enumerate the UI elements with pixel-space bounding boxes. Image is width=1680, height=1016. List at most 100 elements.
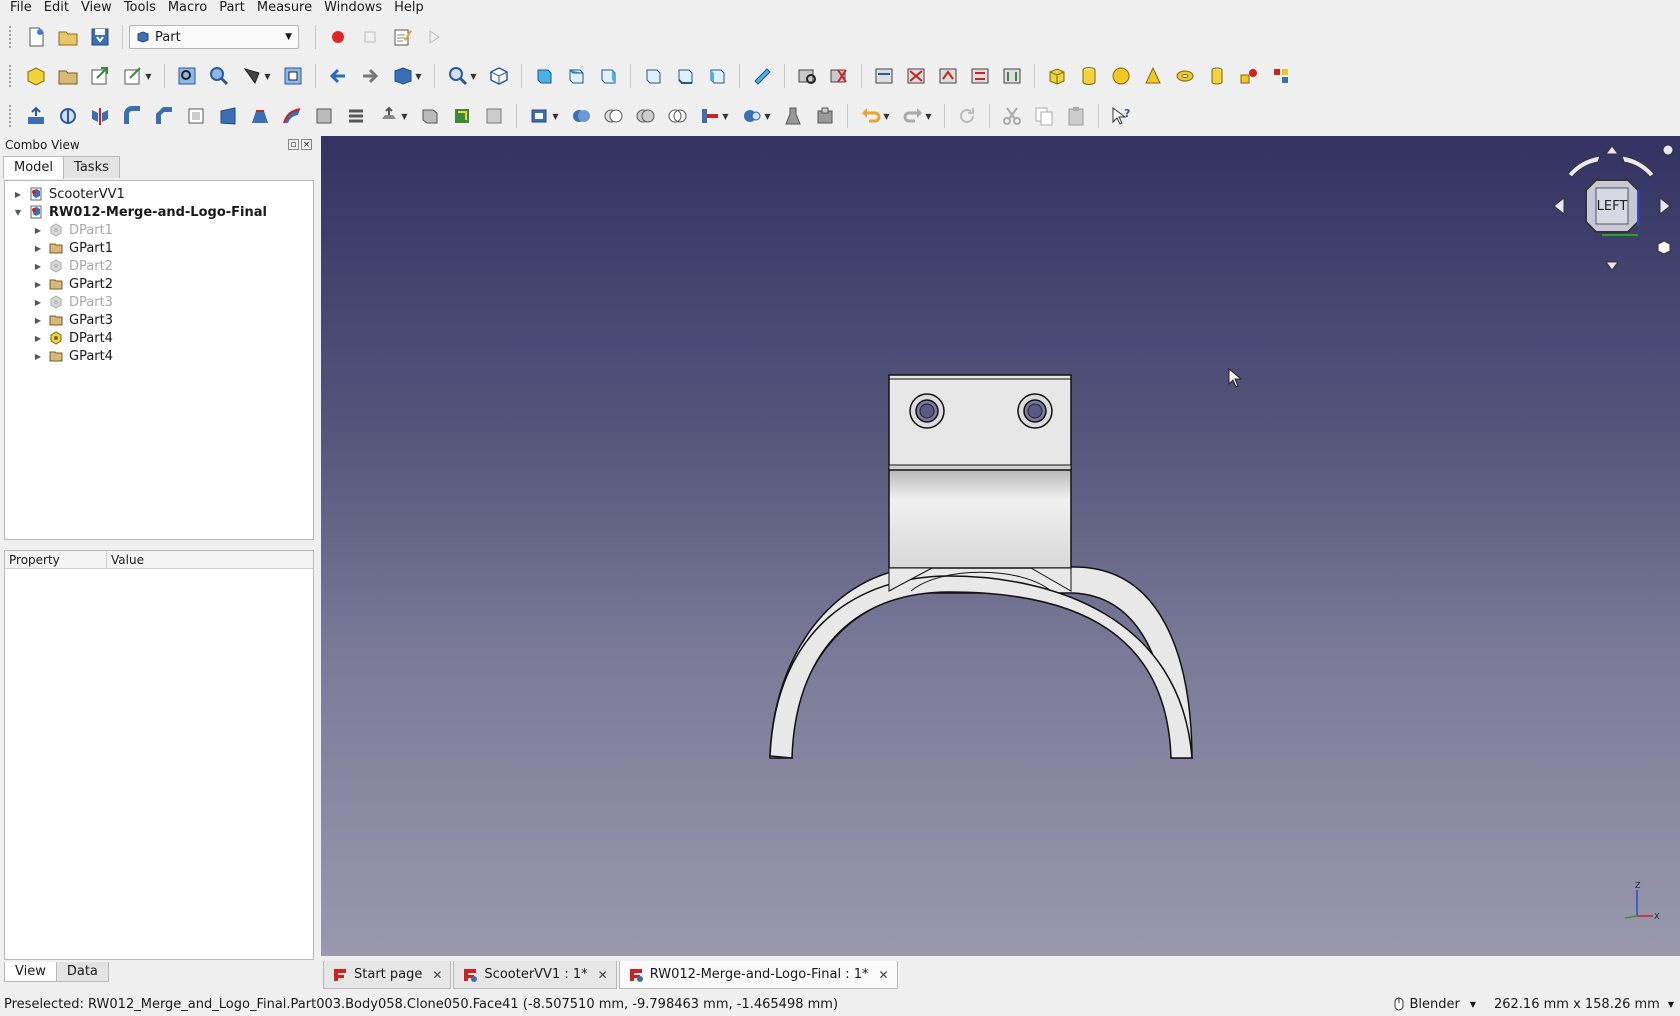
cut-icon[interactable] bbox=[599, 102, 627, 130]
top-view-icon[interactable] bbox=[562, 62, 590, 90]
extrude-icon[interactable] bbox=[22, 102, 50, 130]
doc-tab-scooter[interactable]: ScooterVV1 : 1* ✕ bbox=[453, 961, 617, 989]
tree-item[interactable]: ▶ ScooterVV1 bbox=[5, 185, 313, 203]
navigation-cube[interactable]: LEFT bbox=[1546, 140, 1676, 271]
sphere-primitive-icon[interactable] bbox=[1107, 62, 1135, 90]
menu-measure[interactable]: Measure bbox=[251, 0, 318, 16]
std-views-icon[interactable]: ▼ bbox=[388, 62, 426, 90]
offset-icon[interactable]: ▼ bbox=[374, 102, 412, 130]
measure-toggle-icon[interactable] bbox=[966, 62, 994, 90]
collapsed-arrow-icon[interactable]: ▶ bbox=[13, 190, 23, 199]
front-view-icon[interactable] bbox=[530, 62, 558, 90]
measure-angular-icon[interactable] bbox=[902, 62, 930, 90]
part-model[interactable] bbox=[321, 136, 1680, 956]
navigation-style-selector[interactable]: Blender ▼ bbox=[1393, 997, 1476, 1012]
tree-item[interactable]: ▶ GPart2 bbox=[5, 275, 313, 293]
property-column-header[interactable]: Property bbox=[5, 551, 107, 568]
paste-icon[interactable] bbox=[1062, 102, 1090, 130]
rear-view-icon[interactable] bbox=[639, 62, 667, 90]
primitives-icon[interactable] bbox=[1235, 62, 1263, 90]
attachment-icon[interactable] bbox=[480, 102, 508, 130]
chevron-down-icon[interactable]: ▼ bbox=[1668, 1000, 1674, 1009]
collapsed-arrow-icon[interactable]: ▶ bbox=[33, 316, 43, 325]
stop-macro-icon[interactable] bbox=[356, 23, 384, 51]
clear-measures-icon[interactable] bbox=[825, 62, 853, 90]
toolbar-grip[interactable] bbox=[8, 104, 12, 128]
doc-tab-rw012[interactable]: RW012-Merge-and-Logo-Final : 1* ✕ bbox=[618, 961, 898, 989]
group-folder-icon[interactable] bbox=[54, 62, 82, 90]
part-container-icon[interactable] bbox=[22, 62, 50, 90]
thickness-icon[interactable] bbox=[416, 102, 444, 130]
isometric-view-icon[interactable] bbox=[485, 62, 513, 90]
mount-body[interactable] bbox=[888, 469, 1072, 569]
workbench-selector[interactable]: Part ▼ bbox=[129, 25, 299, 49]
tree-item[interactable]: ▶ DPart4 bbox=[5, 329, 313, 347]
forward-arrow-icon[interactable] bbox=[356, 62, 384, 90]
cut-scissors-icon[interactable] bbox=[998, 102, 1026, 130]
tab-tasks[interactable]: Tasks bbox=[63, 156, 120, 178]
nav-rotate-left-icon[interactable] bbox=[1567, 155, 1601, 178]
toolbar-grip[interactable] bbox=[8, 25, 12, 49]
defeaturing-icon[interactable] bbox=[811, 102, 839, 130]
fillet-icon[interactable] bbox=[118, 102, 146, 130]
nav-right-arrow-icon[interactable] bbox=[1659, 196, 1671, 216]
link-icon[interactable] bbox=[86, 62, 114, 90]
save-icon[interactable] bbox=[86, 23, 114, 51]
nav-left-arrow-icon[interactable] bbox=[1553, 196, 1565, 216]
new-document-icon[interactable] bbox=[22, 23, 50, 51]
menu-macro[interactable]: Macro bbox=[162, 0, 213, 16]
close-icon[interactable]: ✕ bbox=[432, 968, 442, 982]
draw-style-icon[interactable]: ▼ bbox=[237, 62, 275, 90]
doc-tab-start-page[interactable]: Start page ✕ bbox=[323, 961, 452, 989]
menu-tools[interactable]: Tools bbox=[118, 0, 162, 16]
section-icon[interactable] bbox=[310, 102, 338, 130]
measure-linear-icon[interactable] bbox=[870, 62, 898, 90]
arc-clamp[interactable] bbox=[769, 566, 1193, 759]
menu-file[interactable]: File bbox=[4, 0, 38, 16]
menu-windows[interactable]: Windows bbox=[318, 0, 388, 16]
zoom-icon[interactable]: ▼ bbox=[443, 62, 481, 90]
measure-3d-icon[interactable] bbox=[998, 62, 1026, 90]
fit-selection-icon[interactable] bbox=[205, 62, 233, 90]
close-icon[interactable]: ✕ bbox=[878, 968, 888, 982]
tab-data[interactable]: Data bbox=[55, 962, 109, 982]
tab-view[interactable]: View bbox=[4, 962, 57, 982]
menu-view[interactable]: View bbox=[75, 0, 118, 16]
tree-item[interactable]: ▼ RW012-Merge-and-Logo-Final bbox=[5, 203, 313, 221]
left-view-icon[interactable] bbox=[703, 62, 731, 90]
menu-help[interactable]: Help bbox=[388, 0, 430, 16]
refresh-icon[interactable] bbox=[953, 102, 981, 130]
loft-icon[interactable] bbox=[246, 102, 274, 130]
shape-builder-icon[interactable] bbox=[1267, 62, 1295, 90]
chamfer-icon[interactable] bbox=[150, 102, 178, 130]
3d-viewport[interactable]: LEFT Z X bbox=[321, 136, 1680, 956]
collapsed-arrow-icon[interactable]: ▶ bbox=[33, 352, 43, 361]
whats-this-help-icon[interactable]: ? bbox=[1107, 102, 1135, 130]
tree-item[interactable]: ▶ GPart3 bbox=[5, 311, 313, 329]
make-face-icon[interactable] bbox=[182, 102, 210, 130]
close-icon[interactable]: ✕ bbox=[598, 968, 608, 982]
cross-sections-icon[interactable] bbox=[342, 102, 370, 130]
tree-item[interactable]: ▶ DPart3 bbox=[5, 293, 313, 311]
panel-splitter[interactable] bbox=[4, 540, 314, 546]
redo-icon[interactable]: ▼ bbox=[898, 102, 936, 130]
collapsed-arrow-icon[interactable]: ▶ bbox=[33, 226, 43, 235]
expanded-arrow-icon[interactable]: ▼ bbox=[13, 208, 23, 217]
collapsed-arrow-icon[interactable]: ▶ bbox=[33, 298, 43, 307]
link-actions-icon[interactable]: ▼ bbox=[118, 62, 156, 90]
nav-rotate-right-icon[interactable] bbox=[1621, 155, 1655, 178]
fit-all-icon[interactable] bbox=[173, 62, 201, 90]
macro-editor-icon[interactable] bbox=[388, 23, 416, 51]
compound-tools-icon[interactable]: ▼ bbox=[525, 102, 563, 130]
tree-item[interactable]: ▶ DPart1 bbox=[5, 221, 313, 239]
open-folder-icon[interactable] bbox=[54, 23, 82, 51]
right-view-icon[interactable] bbox=[594, 62, 622, 90]
menu-edit[interactable]: Edit bbox=[38, 0, 75, 16]
close-panel-icon[interactable]: × bbox=[301, 139, 312, 150]
cylinder-primitive-icon[interactable] bbox=[1075, 62, 1103, 90]
toolbar-grip[interactable] bbox=[8, 64, 12, 88]
join-features-icon[interactable]: ▼ bbox=[695, 102, 733, 130]
common-icon[interactable] bbox=[663, 102, 691, 130]
undo-icon[interactable]: ▼ bbox=[856, 102, 894, 130]
cone-primitive-icon[interactable] bbox=[1139, 62, 1167, 90]
